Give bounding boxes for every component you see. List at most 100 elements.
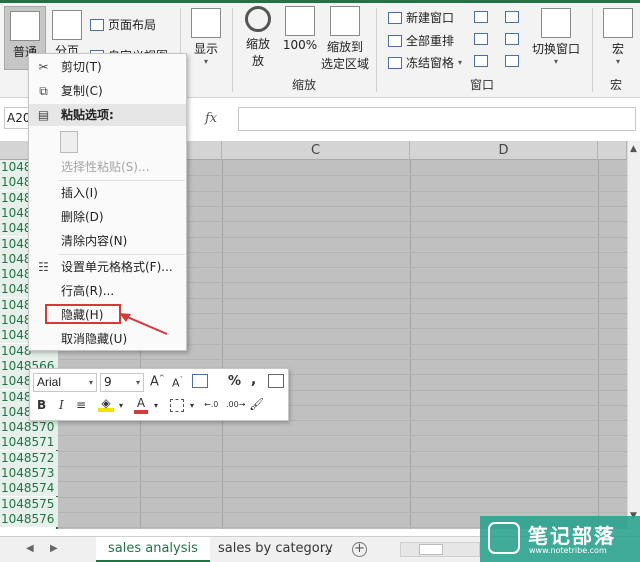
page-break-view-button[interactable]: 分页 xyxy=(48,10,86,59)
mini-toolbar: Arial ▾ 9 ▾ A^ Aˇ % , B I ≡ ◈ ▾ A ▾ ▾ ←.… xyxy=(29,368,289,421)
new-window-button[interactable]: 新建窗口 xyxy=(388,9,454,26)
fill-color-icon[interactable]: ◈ xyxy=(98,396,114,412)
align-center-icon[interactable]: ≡ xyxy=(76,398,86,412)
scissors-icon: ✂ xyxy=(38,60,49,74)
zoom-100-icon xyxy=(285,6,315,36)
decrease-font-icon[interactable]: Aˇ xyxy=(172,376,183,390)
sheet-tab-sales-analysis[interactable]: sales analysis xyxy=(96,537,210,562)
format-painter-icon[interactable]: 🖌 xyxy=(249,397,264,411)
chevron-down-icon[interactable]: ▾ xyxy=(154,401,158,410)
unhide-window-icon[interactable] xyxy=(474,55,488,67)
pen-logo-icon xyxy=(488,522,520,554)
arrange-all-button[interactable]: 全部重排 xyxy=(388,32,454,49)
row-gridline xyxy=(58,358,627,360)
sync-scroll-icon[interactable] xyxy=(505,33,519,45)
magnifier-icon xyxy=(245,6,271,32)
bold-button[interactable]: B xyxy=(37,398,46,412)
accounting-format-icon[interactable] xyxy=(192,374,208,388)
column-header-e[interactable] xyxy=(598,141,627,160)
menu-item-insert[interactable]: 插入(I) xyxy=(29,182,186,204)
column-header-c[interactable]: C xyxy=(222,141,410,160)
increase-decimal-icon[interactable]: ←.0 xyxy=(204,400,218,409)
row-header[interactable]: 1048570 xyxy=(0,420,58,436)
chevron-down-icon: ▾ xyxy=(553,57,558,66)
formula-input[interactable] xyxy=(238,107,636,131)
show-button[interactable]: 显示 ▾ xyxy=(188,8,224,66)
page-break-icon xyxy=(52,10,82,40)
group-macros-label: 宏 xyxy=(610,78,623,92)
zoom-selection-icon xyxy=(330,6,360,36)
menu-item-paste-special: 选择性粘贴(S)... xyxy=(61,160,150,174)
row-header[interactable]: 1048573 xyxy=(0,466,58,481)
font-size-select[interactable]: 9 ▾ xyxy=(100,373,144,392)
grid-icon xyxy=(10,11,40,41)
row-gridline xyxy=(58,450,627,452)
chevron-down-icon[interactable]: ▾ xyxy=(190,401,194,410)
watermark: 笔记部落 www.notetribe.com xyxy=(480,516,640,562)
row-header[interactable]: 1048572 xyxy=(0,450,58,466)
row-header[interactable]: 1048571 xyxy=(0,435,58,451)
format-cells-icon: ☷ xyxy=(38,260,49,274)
row-gridline xyxy=(58,511,627,513)
paste-icon: ▤ xyxy=(37,108,50,122)
reset-window-icon[interactable] xyxy=(505,55,519,67)
group-window-label: 窗口 xyxy=(470,78,495,92)
group-zoom-label: 缩放 xyxy=(292,78,317,92)
row-header[interactable]: 1048574 xyxy=(0,481,58,497)
add-sheet-button[interactable]: + xyxy=(352,542,367,557)
menu-item-format-cells[interactable]: ☷ 设置单元格格式(F)... xyxy=(29,256,186,278)
zoom-100-button[interactable]: 100% xyxy=(282,6,318,52)
menu-item-cut[interactable]: ✂ 剪切(T) xyxy=(29,56,186,78)
chevron-down-icon: ▾ xyxy=(135,378,140,387)
decrease-decimal-icon[interactable]: .00→ xyxy=(226,400,245,409)
row-header[interactable]: 1048576 xyxy=(0,511,58,527)
menu-item-row-height[interactable]: 行高(R)... xyxy=(29,280,186,302)
italic-button[interactable]: I xyxy=(59,398,64,412)
freeze-panes-button[interactable]: 冻结窗格 ▾ xyxy=(388,54,462,71)
switch-windows-icon xyxy=(541,8,571,38)
row-gridline xyxy=(58,481,627,483)
freeze-panes-icon xyxy=(388,56,402,69)
font-select[interactable]: Arial ▾ xyxy=(33,373,97,392)
format-painter-box-icon[interactable] xyxy=(268,374,284,388)
split-icon[interactable] xyxy=(474,11,488,23)
menu-item-delete[interactable]: 删除(D) xyxy=(29,206,186,228)
menu-item-clear-contents[interactable]: 清除内容(N) xyxy=(29,230,186,252)
scroll-up-icon[interactable]: ▲ xyxy=(630,144,637,154)
scroll-thumb[interactable] xyxy=(419,544,443,555)
font-color-icon[interactable]: A xyxy=(134,396,148,414)
chevron-down-icon[interactable]: ▾ xyxy=(119,401,123,410)
chevron-down-icon: ▾ xyxy=(458,58,463,67)
switch-windows-button[interactable]: 切换窗口 ▾ xyxy=(530,8,582,66)
zoom-selection-button[interactable]: 缩放到 选定区域 xyxy=(320,6,370,72)
arrange-all-icon xyxy=(388,34,402,47)
show-icon xyxy=(191,8,221,38)
prev-sheet-icon[interactable]: ◀ xyxy=(26,543,34,554)
view-side-by-side-icon[interactable] xyxy=(505,11,519,23)
chevron-down-icon: ▾ xyxy=(615,57,620,66)
column-header-d[interactable]: D xyxy=(410,141,598,160)
insert-function-icon[interactable]: fx xyxy=(205,111,217,126)
increase-font-icon[interactable]: A^ xyxy=(150,374,165,389)
chevron-down-icon: ▾ xyxy=(203,57,208,66)
menu-item-copy[interactable]: ⧉ 复制(C) xyxy=(29,80,186,102)
pointer-arrow xyxy=(119,313,168,335)
percent-icon[interactable]: % xyxy=(228,374,241,389)
row-header[interactable]: 1048575 xyxy=(0,496,58,512)
hide-window-icon[interactable] xyxy=(474,33,488,45)
paste-clipboard-icon[interactable] xyxy=(60,131,78,153)
zoom-button[interactable]: 缩放 放 xyxy=(240,6,276,69)
macros-button[interactable]: 宏 ▾ xyxy=(600,8,636,66)
name-box[interactable]: A20 xyxy=(4,107,30,129)
watermark-url: www.notetribe.com xyxy=(529,546,607,555)
borders-icon[interactable] xyxy=(170,399,184,412)
horizontal-scrollbar[interactable] xyxy=(400,542,480,557)
vertical-scrollbar[interactable]: ▲ ▼ xyxy=(627,141,640,529)
page-layout-button[interactable]: 页面布局 xyxy=(90,16,156,33)
row-gridline xyxy=(58,466,627,467)
row-gridline xyxy=(58,435,627,437)
next-sheet-icon[interactable]: ▶ xyxy=(50,543,58,554)
row-gridline xyxy=(58,496,627,498)
more-sheets[interactable]: ... xyxy=(316,537,336,562)
comma-style-icon[interactable]: , xyxy=(251,372,256,388)
